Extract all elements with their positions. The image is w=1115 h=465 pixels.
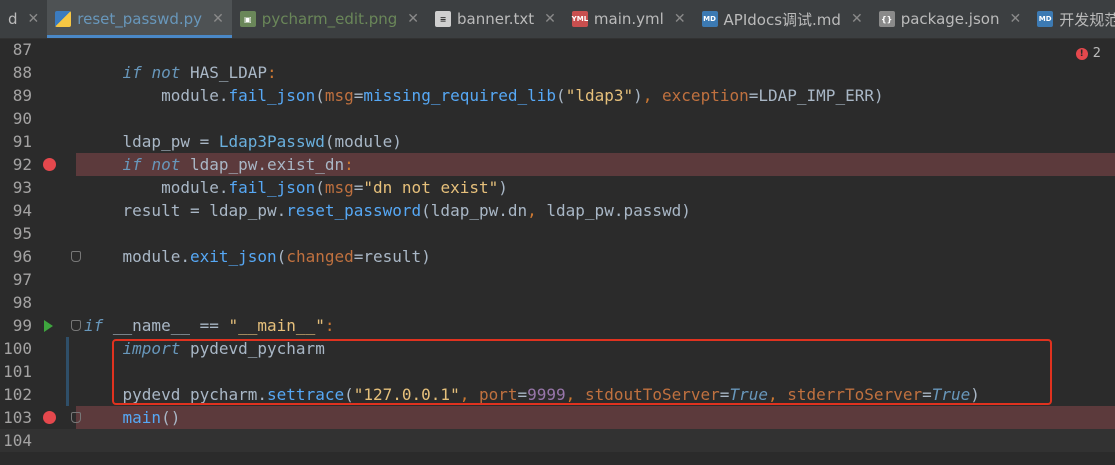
code-line: 90 — [0, 107, 1115, 130]
code-line: 91 ldap_pw = Ldap3Passwd(module) — [0, 130, 1115, 153]
tab-label: APIdocs调试.md — [723, 10, 841, 29]
line-number: 95 — [12, 224, 32, 243]
tab-label: d — [8, 10, 18, 28]
tab-label: 开发规范.md — [1059, 10, 1115, 29]
code-line: 99 if __name__ == "__main__": — [0, 314, 1115, 337]
tab-label: pycharm_edit.png — [261, 10, 398, 28]
close-icon[interactable]: ✕ — [212, 11, 224, 27]
close-icon[interactable]: ✕ — [674, 11, 686, 27]
close-icon[interactable]: ✕ — [407, 11, 419, 27]
yaml-file-icon: YML — [572, 11, 588, 27]
code-editor[interactable]: 87 88 if not HAS_LDAP: 89 module.fail_js… — [0, 39, 1115, 465]
code-line: 94 result = ldap_pw.reset_password(ldap_… — [0, 199, 1115, 222]
markdown-file-icon: MD — [701, 11, 718, 27]
close-icon[interactable]: ✕ — [851, 11, 863, 27]
line-number: 87 — [12, 40, 32, 59]
image-file-icon: ▣ — [239, 11, 256, 27]
tab-apidocs-md[interactable]: MD APIdocs调试.md ✕ — [694, 0, 871, 38]
line-number: 104 — [3, 431, 32, 450]
line-number: 97 — [12, 270, 32, 289]
line-number: 98 — [12, 293, 32, 312]
code-line: 88 if not HAS_LDAP: — [0, 61, 1115, 84]
tab-partial-left[interactable]: d ✕ — [0, 0, 47, 38]
code-text: if not ldap_pw.exist_dn: — [122, 155, 354, 174]
close-icon[interactable]: ✕ — [1009, 11, 1021, 27]
breakpoint-icon[interactable] — [43, 411, 56, 424]
code-text: result = ldap_pw.reset_password(ldap_pw.… — [122, 201, 691, 220]
text-file-icon: ≡ — [435, 11, 452, 27]
line-number: 101 — [3, 362, 32, 381]
run-icon[interactable] — [44, 320, 53, 332]
line-number: 89 — [12, 86, 32, 105]
tab-reset-passwd-py[interactable]: reset_passwd.py ✕ — [47, 0, 232, 38]
line-number: 102 — [3, 385, 32, 404]
code-line: 98 — [0, 291, 1115, 314]
code-line-breakpoint: 92 if not ldap_pw.exist_dn: — [0, 153, 1115, 176]
python-file-icon — [55, 11, 72, 27]
line-number: 99 — [12, 316, 32, 335]
code-line: 95 — [0, 222, 1115, 245]
tab-label: banner.txt — [457, 10, 535, 28]
code-text: module.fail_json(msg=missing_required_li… — [161, 86, 884, 105]
line-number: 90 — [12, 109, 32, 128]
tab-main-yml[interactable]: YML main.yml ✕ — [564, 0, 694, 38]
code-line: 97 — [0, 268, 1115, 291]
line-number: 91 — [12, 132, 32, 151]
fold-icon[interactable] — [71, 412, 81, 423]
line-number: 103 — [3, 408, 32, 427]
tab-banner-txt[interactable]: ≡ banner.txt ✕ — [427, 0, 564, 38]
editor-tab-bar: d ✕ reset_passwd.py ✕ ▣ pycharm_edit.png… — [0, 0, 1115, 39]
pycharm-window: d ✕ reset_passwd.py ✕ ▣ pycharm_edit.png… — [0, 0, 1115, 465]
annotation-highlight-box — [112, 339, 1052, 405]
tab-dev-spec-md[interactable]: MD 开发规范.md ✕ — [1029, 0, 1115, 38]
code-text: module.exit_json(changed=result) — [122, 247, 431, 266]
breakpoint-icon[interactable] — [43, 158, 56, 171]
tab-label: main.yml — [593, 10, 664, 28]
tab-label: package.json — [900, 10, 1000, 28]
fold-icon[interactable] — [71, 251, 81, 262]
line-number: 100 — [3, 339, 32, 358]
code-text: ldap_pw = Ldap3Passwd(module) — [122, 132, 402, 151]
code-line: 89 module.fail_json(msg=missing_required… — [0, 84, 1115, 107]
tab-package-json[interactable]: {} package.json ✕ — [871, 0, 1030, 38]
code-line-breakpoint: 103 main() — [0, 406, 1115, 429]
code-text: if not HAS_LDAP: — [122, 63, 277, 82]
close-icon[interactable]: ✕ — [544, 11, 556, 27]
close-icon[interactable]: ✕ — [28, 11, 40, 27]
code-text: module.fail_json(msg="dn not exist") — [161, 178, 508, 197]
code-line: 96 module.exit_json(changed=result) — [0, 245, 1115, 268]
markdown-file-icon: MD — [1037, 11, 1054, 27]
line-number: 94 — [12, 201, 32, 220]
code-text: main() — [122, 408, 181, 427]
line-number: 88 — [12, 63, 32, 82]
code-line: 93 module.fail_json(msg="dn not exist") — [0, 176, 1115, 199]
line-number: 96 — [12, 247, 32, 266]
code-line-current: 104 — [0, 429, 1115, 452]
tab-label: reset_passwd.py — [77, 10, 203, 28]
tab-pycharm-edit-png[interactable]: ▣ pycharm_edit.png ✕ — [232, 0, 427, 38]
fold-icon[interactable] — [71, 320, 81, 331]
code-text: if __name__ == "__main__": — [84, 316, 335, 335]
code-line: 87 — [0, 38, 1115, 61]
line-number: 93 — [12, 178, 32, 197]
json-file-icon: {} — [878, 11, 895, 27]
line-number: 92 — [12, 155, 32, 174]
